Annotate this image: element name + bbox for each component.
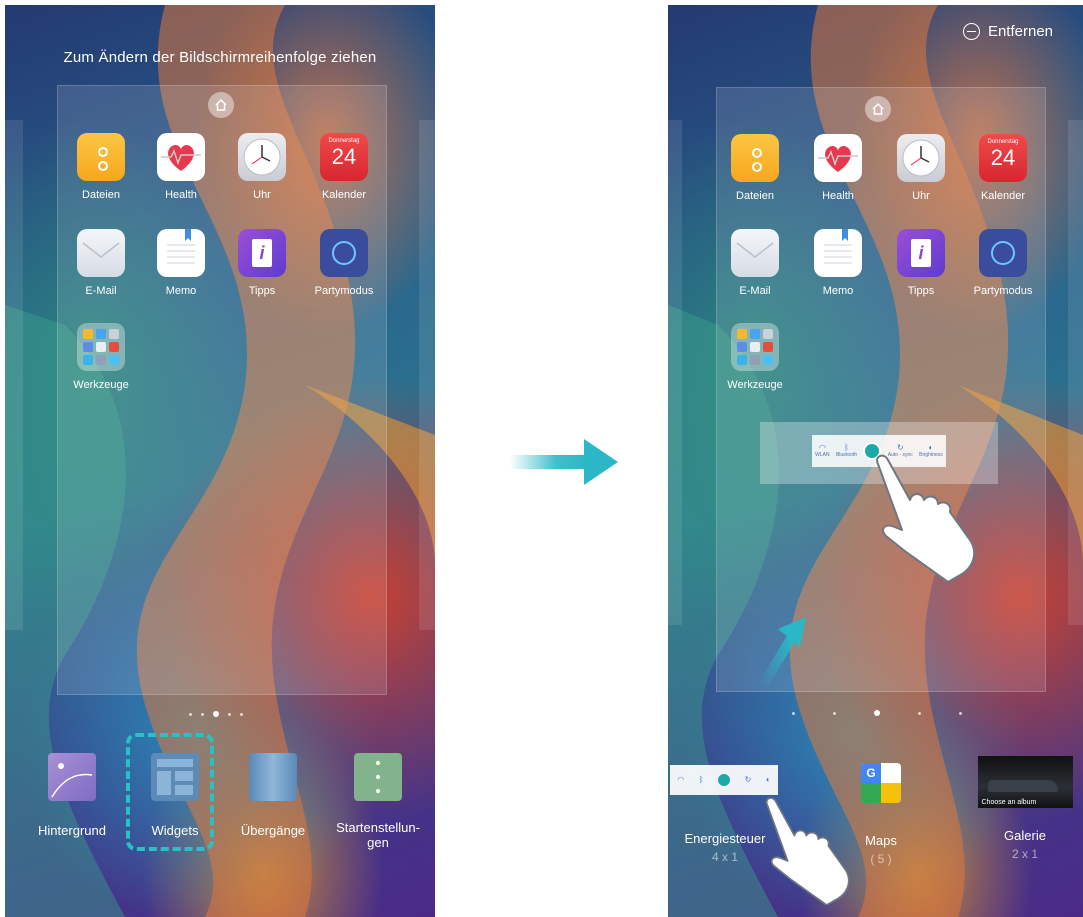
drag-up-arrow-icon: [757, 617, 806, 690]
brightness-icon: ◐: [765, 775, 771, 784]
tips-icon: i: [897, 229, 945, 277]
memo-icon: [814, 229, 862, 277]
page-dot-active[interactable]: [874, 710, 880, 716]
page-indicator: [792, 710, 962, 716]
app-email[interactable]: E-Mail: [60, 229, 142, 297]
energy-widget-preview: ◠ ᛒ ↻ ◐: [670, 765, 778, 795]
clock-icon: [238, 133, 286, 181]
health-icon: [814, 134, 862, 182]
app-memo[interactable]: Memo: [797, 229, 879, 297]
party-mode-icon: [320, 229, 368, 277]
app-email[interactable]: E-Mail: [714, 229, 796, 297]
folder-werkzeuge[interactable]: Werkzeuge: [60, 323, 142, 391]
app-dateien[interactable]: Dateien: [714, 134, 796, 202]
page-dot[interactable]: [201, 712, 204, 716]
tools-folder-icon: [77, 323, 125, 371]
settings-icon: [354, 753, 402, 801]
app-health[interactable]: Health: [797, 134, 879, 202]
app-tipps[interactable]: i Tipps: [221, 229, 303, 297]
prev-page-preview[interactable]: [668, 120, 682, 625]
wifi-icon: ◠: [677, 775, 685, 784]
menu-startenstellungen[interactable]: Startenstellun- gen: [323, 753, 433, 850]
tips-icon: i: [238, 229, 286, 277]
memo-icon: [157, 229, 205, 277]
transitions-icon: [249, 753, 297, 801]
calendar-icon: Donnerstag 24: [320, 133, 368, 181]
page-dot-active[interactable]: [213, 711, 219, 717]
menu-hintergrund[interactable]: Hintergrund: [27, 753, 117, 838]
page-dot[interactable]: [833, 711, 836, 715]
calendar-icon: Donnerstag 24: [979, 134, 1027, 182]
folder-werkzeuge[interactable]: Werkzeuge: [714, 323, 796, 391]
wifi-icon: ◠: [818, 443, 826, 452]
arrow-right-icon: [510, 439, 618, 485]
gallery-widget-preview: Choose an album: [977, 756, 1073, 808]
right-screen: Entfernen Dateien Health Uhr Donnerstag …: [668, 5, 1083, 917]
widget-galerie[interactable]: Choose an album Galerie 2 x 1: [975, 756, 1075, 861]
app-tipps[interactable]: i Tipps: [880, 229, 962, 297]
remove-button[interactable]: Entfernen: [962, 23, 1053, 40]
mobile-data-toggle-icon: [718, 774, 731, 786]
app-kalender[interactable]: Donnerstag 24 Kalender: [303, 133, 385, 201]
sync-icon: ↻: [744, 775, 752, 784]
clock-icon: [897, 134, 945, 182]
app-uhr[interactable]: Uhr: [221, 133, 303, 201]
wallpaper-icon: [48, 753, 96, 801]
widgets-highlight: [126, 733, 214, 851]
hand-pointer-icon: [765, 797, 850, 905]
page-dot[interactable]: [959, 711, 962, 715]
email-icon: [731, 229, 779, 277]
app-health[interactable]: Health: [140, 133, 222, 201]
prev-page-preview[interactable]: [5, 120, 23, 630]
app-dateien[interactable]: Dateien: [60, 133, 142, 201]
sync-icon: ↻: [896, 443, 904, 452]
app-kalender[interactable]: Donnerstag 24 Kalender: [962, 134, 1044, 202]
widget-toggle[interactable]: ᛒ Bluetooth: [836, 443, 857, 459]
page-dot[interactable]: [792, 711, 795, 715]
app-partymodus[interactable]: Partymodus: [962, 229, 1044, 297]
files-icon: [731, 134, 779, 182]
reorder-instruction: Zum Ändern der Bildschirmreihenfolge zie…: [63, 49, 377, 66]
app-uhr[interactable]: Uhr: [880, 134, 962, 202]
home-page-marker-icon[interactable]: [865, 96, 891, 122]
menu-uebergaenge[interactable]: Übergänge: [228, 753, 318, 838]
page-dot[interactable]: [240, 712, 243, 716]
remove-icon: [962, 23, 980, 40]
app-memo[interactable]: Memo: [140, 229, 222, 297]
page-dot[interactable]: [228, 712, 231, 716]
page-dot[interactable]: [918, 711, 921, 715]
car-image: [987, 780, 1058, 792]
health-icon: [157, 133, 205, 181]
tools-folder-icon: [731, 323, 779, 371]
files-icon: [77, 133, 125, 181]
widget-toggle[interactable]: ◠ WLAN: [815, 443, 829, 459]
email-icon: [77, 229, 125, 277]
maps-icon: G: [861, 763, 901, 803]
page-indicator: [189, 711, 243, 717]
party-mode-icon: [979, 229, 1027, 277]
next-page-preview[interactable]: [1068, 120, 1083, 625]
page-dot[interactable]: [189, 712, 192, 716]
bluetooth-icon: ᛒ: [698, 775, 704, 784]
brightness-icon: ◐: [928, 443, 934, 452]
next-page-preview[interactable]: [419, 120, 435, 630]
home-page-marker-icon[interactable]: [208, 92, 234, 118]
bluetooth-icon: ᛒ: [844, 443, 849, 452]
app-partymodus[interactable]: Partymodus: [303, 229, 385, 297]
left-screen: Zum Ändern der Bildschirmreihenfolge zie…: [5, 5, 435, 917]
hand-pointer-icon: [876, 454, 976, 582]
